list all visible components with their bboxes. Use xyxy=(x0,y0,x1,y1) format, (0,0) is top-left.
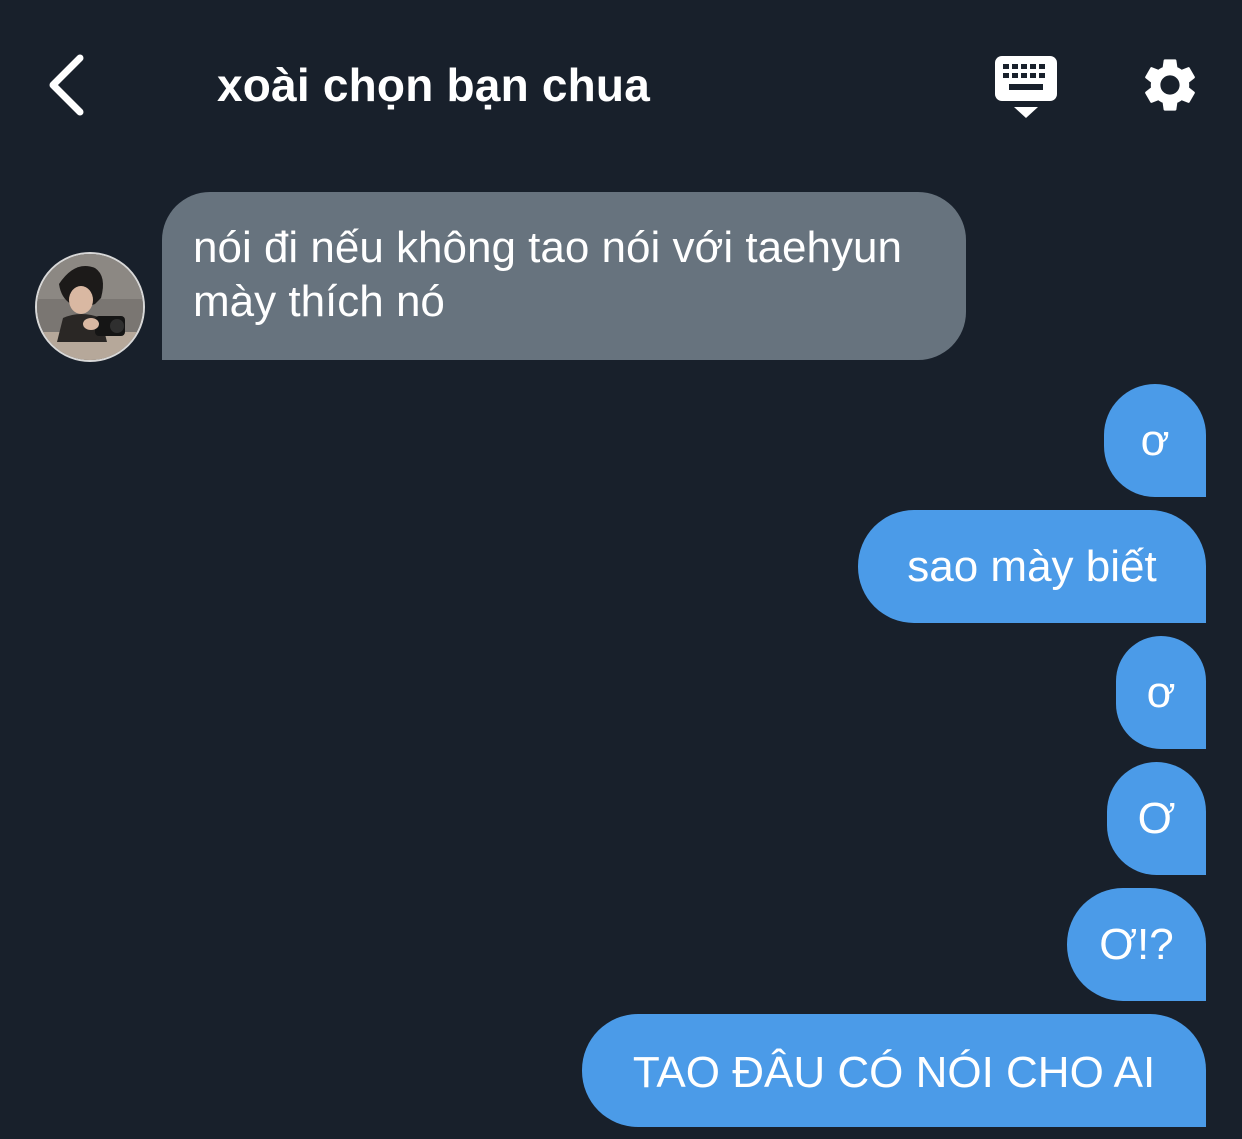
contact-avatar[interactable] xyxy=(35,252,145,362)
contact-photo xyxy=(37,254,143,360)
sent-message[interactable]: Ơ!? xyxy=(1067,888,1206,1001)
settings-button[interactable] xyxy=(1138,53,1202,117)
chat-screen: xoài chọn bạn chua nói đi nếu không tao … xyxy=(0,0,1242,1139)
chat-header: xoài chọn bạn chua xyxy=(0,0,1242,170)
sent-message[interactable]: ơ xyxy=(1104,384,1206,497)
gear-icon xyxy=(1145,59,1195,111)
keyboard-button[interactable] xyxy=(992,54,1060,120)
sent-message[interactable]: Ơ xyxy=(1107,762,1206,875)
sent-message[interactable]: TAO ĐÂU CÓ NÓI CHO AI xyxy=(582,1014,1206,1127)
sent-message[interactable]: ơ xyxy=(1116,636,1206,749)
keyboard-icon xyxy=(995,56,1057,118)
back-button[interactable] xyxy=(40,50,100,120)
received-message[interactable]: nói đi nếu không tao nói với taehyun mày… xyxy=(162,192,966,360)
chevron-left-icon xyxy=(49,54,84,116)
sent-message[interactable]: sao mày biết xyxy=(858,510,1206,623)
chat-title: xoài chọn bạn chua xyxy=(217,59,651,111)
